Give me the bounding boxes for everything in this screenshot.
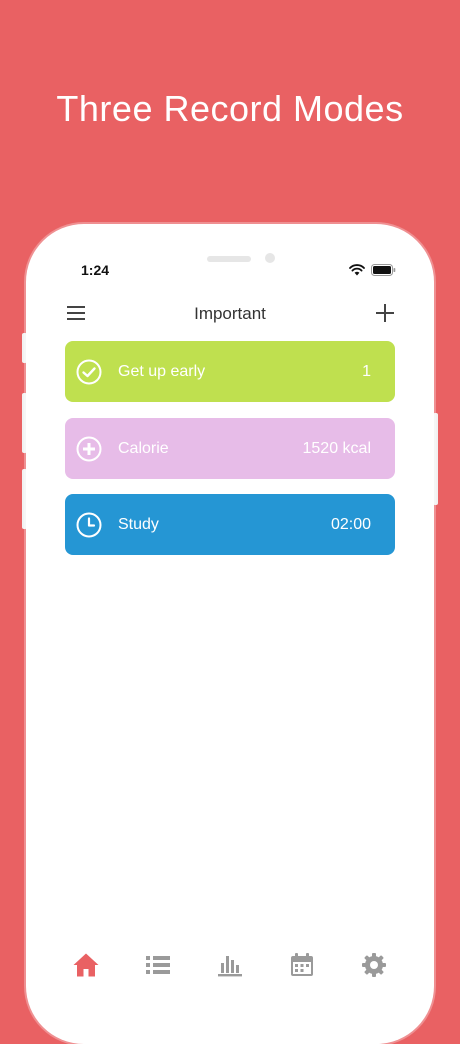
tab-stats[interactable] <box>215 950 245 980</box>
add-icon[interactable] <box>374 302 396 324</box>
clock-icon <box>76 512 102 538</box>
tab-bar <box>26 950 434 990</box>
phone-camera <box>265 253 275 263</box>
page-headline: Three Record Modes <box>56 88 404 129</box>
tab-settings[interactable] <box>359 950 389 980</box>
list-icon <box>146 956 170 974</box>
record-value: 02:00 <box>330 515 371 533</box>
record-value: 1520 kcal <box>302 439 372 457</box>
phone-screen: 1:24 Important Get up early 1 Calorie 15… <box>26 224 434 1044</box>
phone-speaker <box>207 256 251 262</box>
record-label: Get up early <box>118 362 206 380</box>
calendar-icon <box>291 953 313 976</box>
status-icons <box>349 264 396 276</box>
check-circle-icon <box>76 359 102 385</box>
tab-calendar[interactable] <box>287 950 317 980</box>
battery-icon <box>371 264 396 276</box>
bar-chart-icon <box>218 956 242 977</box>
record-card-study[interactable]: Study 02:00 <box>65 494 395 555</box>
record-card-get-up-early[interactable]: Get up early 1 <box>65 341 395 402</box>
wifi-icon <box>349 264 365 276</box>
record-label: Study <box>118 515 159 533</box>
plus-circle-icon <box>76 436 102 462</box>
tab-home[interactable] <box>71 950 101 980</box>
home-icon <box>73 953 99 977</box>
nav-title: Important <box>194 304 266 323</box>
gear-icon <box>362 953 386 977</box>
tab-list[interactable] <box>143 950 173 980</box>
status-time: 1:24 <box>81 262 110 278</box>
record-label: Calorie <box>118 439 169 457</box>
record-value: 1 <box>362 362 371 380</box>
record-card-calorie[interactable]: Calorie 1520 kcal <box>65 418 395 479</box>
